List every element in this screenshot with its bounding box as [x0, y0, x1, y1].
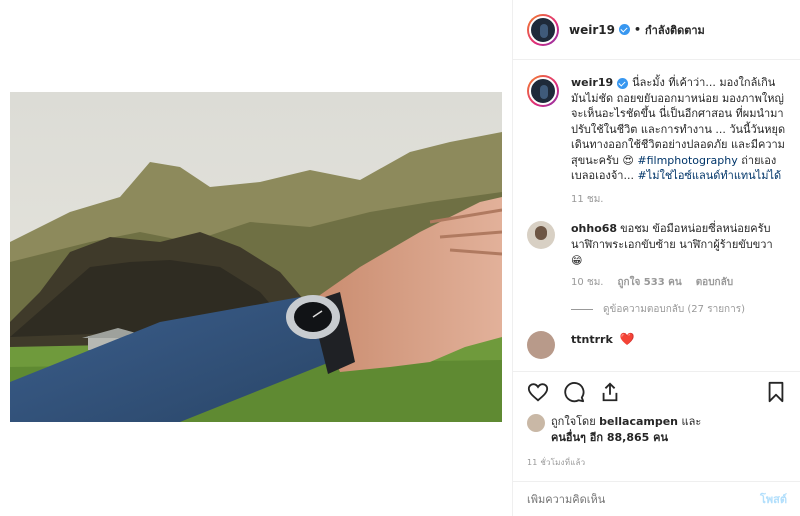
commenter-username[interactable]: ohho68 [571, 222, 617, 235]
share-icon[interactable] [599, 381, 621, 403]
comment-input[interactable] [527, 492, 760, 506]
commenter-avatar[interactable] [527, 330, 555, 359]
replies-divider [571, 308, 593, 310]
comment-icon[interactable] [563, 381, 585, 403]
comment-meta: 10 ชม. ถูกใจ 533 คน ตอบกลับ [571, 275, 787, 290]
comment-text: ohho68 ขอชม ข้อมือหน่อยซี่ลหน่อยครับ นาฬิ… [571, 221, 781, 269]
comment-likes[interactable]: ถูกใจ 533 คน [617, 275, 681, 290]
action-icons [527, 380, 787, 404]
comments-section[interactable]: weir19 นี่ละมั้ง ที่เค้าว่า... มองใกล้เกิ… [513, 61, 800, 371]
liked-by-prefix: ถูกใจโดย [551, 415, 596, 428]
post-header: weir19 • กำลังติดตาม [513, 0, 800, 60]
post-timestamp: 11 ชั่วโมงที่แล้ว [527, 458, 586, 467]
commenter-avatar[interactable] [527, 220, 555, 249]
liked-by-user[interactable]: bellacampen [599, 415, 678, 428]
profile-avatar[interactable] [527, 13, 559, 46]
following-button[interactable]: กำลังติดตาม [645, 21, 705, 39]
reply-button[interactable]: ตอบกลับ [696, 275, 733, 290]
liked-by-and: และ [681, 415, 702, 428]
commenter-username[interactable]: ttntrrk [571, 333, 613, 346]
comment-item: ttntrrk ❤️ [527, 330, 787, 359]
heart-icon[interactable] [527, 381, 549, 403]
add-comment-bar: โพสต์ [513, 481, 800, 516]
header-separator: • [633, 23, 641, 36]
caption-text: weir19 นี่ละมั้ง ที่เค้าว่า... มองใกล้เกิ… [571, 75, 787, 184]
comment-body: ❤️ [619, 331, 635, 346]
caption-username[interactable]: weir19 [571, 76, 613, 89]
bookmark-icon[interactable] [765, 381, 787, 403]
post-side-panel: weir19 • กำลังติดตาม weir19 นี่ละมั้ง ที่… [512, 0, 800, 516]
comment-item: ohho68 ขอชม ข้อมือหน่อยซี่ลหน่อยครับ นาฬิ… [527, 220, 787, 269]
post-photo[interactable] [10, 92, 502, 422]
caption: weir19 นี่ละมั้ง ที่เค้าว่า... มองใกล้เกิ… [527, 75, 787, 184]
verified-badge-icon [618, 24, 630, 35]
likes-summary: ถูกใจโดย bellacampen และ คนอื่นๆ อีก 88,… [527, 414, 787, 446]
likes-text: ถูกใจโดย bellacampen และ คนอื่นๆ อีก 88,… [551, 414, 701, 446]
post-media [0, 0, 512, 516]
comment-time: 10 ชม. [571, 276, 604, 288]
caption-avatar[interactable] [527, 75, 559, 107]
post-actions: ถูกใจโดย bellacampen และ คนอื่นๆ อีก 88,… [513, 371, 800, 481]
photo-mountain-hand-watch [10, 92, 502, 422]
comment-text: ttntrrk ❤️ [571, 331, 781, 359]
verified-badge-icon [617, 77, 629, 89]
post-comment-button[interactable]: โพสต์ [760, 490, 787, 508]
header-username[interactable]: weir19 [569, 23, 615, 37]
caption-time: 11 ชม. [571, 193, 604, 205]
hashtag-link[interactable]: #filmphotography [637, 154, 737, 167]
hashtag-link[interactable]: #ไม่ใช่ไอซ์แลนด์ทำแทนไม่ได้ [637, 169, 781, 182]
view-replies-label: ดูข้อความตอบกลับ (27 รายการ) [603, 303, 745, 315]
liker-avatar[interactable] [527, 414, 545, 432]
others-likes-link[interactable]: คนอื่นๆ อีก 88,865 คน [551, 431, 668, 444]
view-replies-button[interactable]: ดูข้อความตอบกลับ (27 รายการ) [571, 302, 787, 317]
